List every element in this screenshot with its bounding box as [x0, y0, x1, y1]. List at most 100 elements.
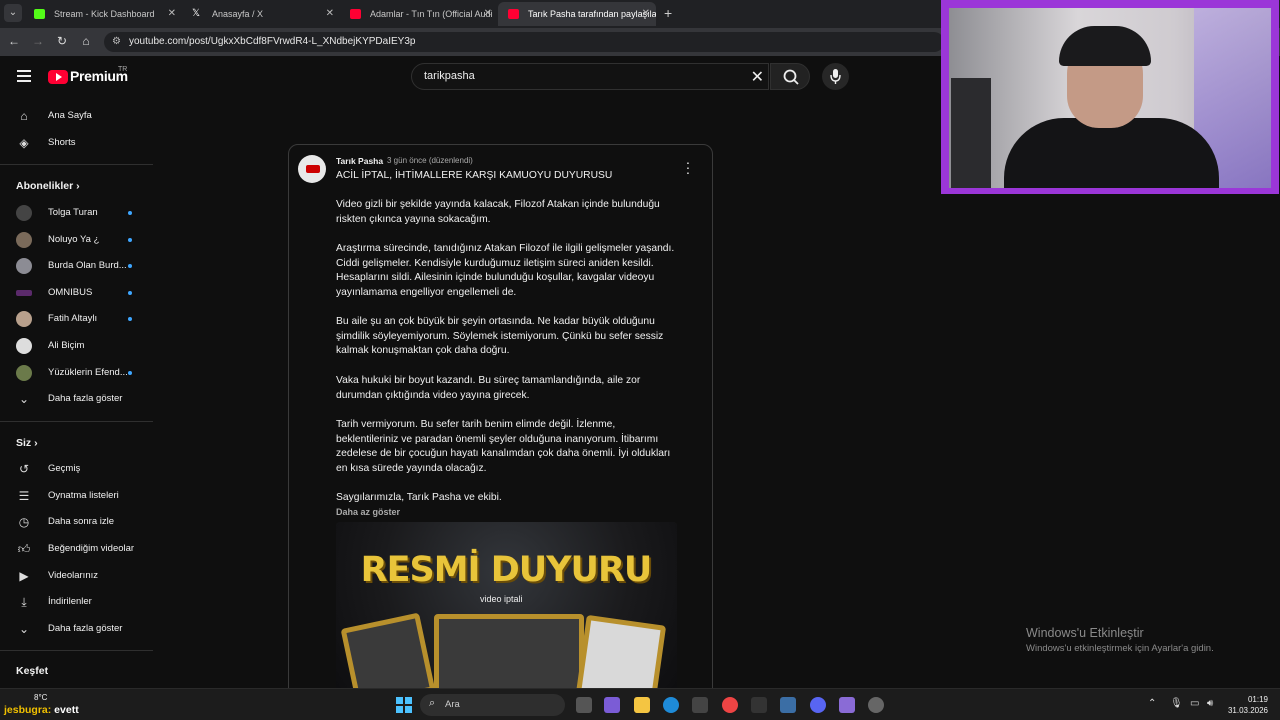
- voice-search-button[interactable]: [822, 63, 849, 90]
- menu-icon[interactable]: [17, 70, 31, 85]
- search-input[interactable]: tarikpasha ✕: [411, 63, 769, 90]
- thumb-up-icon: 👍︎: [17, 542, 31, 556]
- tab-x-home[interactable]: 𝕏 Anasayfa / X ✕: [182, 2, 340, 26]
- weather-widget[interactable]: 8°C: [34, 693, 47, 702]
- divider: [0, 650, 153, 651]
- avatar: [16, 311, 32, 327]
- taskbar: 8°C jesbugra: evett ⌕ Ara ⌃ 🎙︎ ▭ 🔊︎ 01:1…: [0, 688, 1280, 720]
- new-content-dot: [128, 238, 132, 242]
- tab-title: Stream - Kick Dashboard: [54, 9, 155, 19]
- back-icon[interactable]: ←: [6, 34, 22, 48]
- tab-youtube-music[interactable]: Adamlar - Tın Tın (Official Audi ✕: [340, 2, 498, 26]
- sidebar-item-playlists[interactable]: ☰ Oynatma listeleri: [0, 483, 152, 509]
- sidebar-item-label: Shorts: [48, 137, 76, 148]
- tray-chevron-icon[interactable]: ⌃: [1148, 698, 1156, 709]
- post-paragraph: Tarih vermiyorum. Bu sefer tarih benim e…: [336, 419, 671, 475]
- sidebar-item-liked-videos[interactable]: 👍︎ Beğendiğim videolar: [0, 536, 152, 562]
- explore-heading: Keşfet: [16, 665, 49, 677]
- close-tab-icon[interactable]: ✕: [642, 2, 650, 26]
- search-button[interactable]: [770, 63, 810, 90]
- clock-date: 31.03.2026: [1227, 706, 1268, 715]
- tab-search-button[interactable]: ⌄: [4, 4, 22, 22]
- close-tab-icon[interactable]: ✕: [326, 2, 334, 26]
- tab-title: Adamlar - Tın Tın (Official Audi: [370, 9, 493, 19]
- sidebar-item-shorts[interactable]: ◈ Shorts: [0, 130, 152, 156]
- sidebar-item-your-videos[interactable]: ▶ Videolarınız: [0, 563, 152, 589]
- site-info-icon[interactable]: ⚙: [112, 36, 121, 47]
- task-view-icon[interactable]: [576, 697, 592, 713]
- file-explorer-icon[interactable]: [634, 697, 650, 713]
- youtube-icon: [508, 9, 519, 19]
- app-icon[interactable]: [780, 697, 796, 713]
- widgets-icon[interactable]: [604, 697, 620, 713]
- taskbar-search[interactable]: ⌕ Ara: [420, 694, 565, 716]
- sidebar-item-label: Daha fazla göster: [48, 623, 123, 634]
- sidebar-item-label: Videolarınız: [48, 570, 98, 581]
- new-tab-button[interactable]: +: [664, 5, 672, 21]
- avatar: [16, 232, 32, 248]
- volume-icon[interactable]: 🔊︎: [1207, 698, 1213, 709]
- sidebar-sub-tolga-turan[interactable]: Tolga Turan: [0, 200, 152, 226]
- taskbar-clock[interactable]: 01:19 31.03.2026: [1226, 694, 1268, 716]
- display-icon[interactable]: ▭: [1190, 698, 1199, 709]
- sidebar-item-watch-later[interactable]: ◷ Daha sonra izle: [0, 509, 152, 535]
- sidebar-sub-ali-bicim[interactable]: Ali Biçim: [0, 333, 152, 359]
- sidebar-item-label: OMNIBUS: [48, 287, 93, 298]
- sidebar-sub-omnibus[interactable]: OMNIBUS: [0, 280, 152, 306]
- search-query: tarikpasha: [424, 70, 475, 82]
- microphone-tray-icon[interactable]: 🎙︎: [1170, 698, 1183, 709]
- discord-icon[interactable]: [810, 697, 826, 713]
- sidebar-sub-yuzuklerin-efendisi[interactable]: Yüzüklerin Efend...: [0, 360, 152, 386]
- tab-title: Tarık Pasha tarafından paylaşılan: [528, 9, 656, 19]
- sidebar-sub-fatih-altayli[interactable]: Fatih Altaylı: [0, 306, 152, 332]
- sidebar-item-history[interactable]: ↺ Geçmiş: [0, 456, 152, 482]
- youtube-icon: [350, 9, 361, 19]
- address-bar[interactable]: ⚙ youtube.com/post/UgkxXbCdf8FVrwdR4-L_X…: [104, 32, 944, 52]
- divider: [0, 421, 153, 422]
- sidebar-sub-noluyo-ya[interactable]: Noluyo Ya ¿: [0, 227, 152, 253]
- sidebar-item-downloads[interactable]: ⤓ İndirilenler: [0, 589, 152, 615]
- post-time[interactable]: 3 gün önce (düzenlendi): [387, 156, 473, 165]
- sidebar-item-home[interactable]: ⌂ Ana Sayfa: [0, 103, 152, 129]
- you-heading[interactable]: Siz ›: [16, 437, 38, 449]
- app-icon[interactable]: [868, 697, 884, 713]
- sidebar-you-show-more[interactable]: ⌄ Daha fazla göster: [0, 616, 152, 642]
- youtube-logo-icon[interactable]: [48, 70, 68, 84]
- portrait-frame: [434, 614, 584, 688]
- reload-icon[interactable]: ↻: [54, 34, 70, 48]
- edge-icon[interactable]: [663, 697, 679, 713]
- sidebar-item-label: Beğendiğim videolar: [48, 543, 135, 554]
- x-logo-icon: 𝕏: [192, 8, 201, 19]
- webcam-overlay: [941, 0, 1279, 194]
- app-icon[interactable]: [751, 697, 767, 713]
- sidebar-item-label: Geçmiş: [48, 463, 81, 474]
- tab-kick-dashboard[interactable]: Stream - Kick Dashboard ✕: [24, 2, 182, 26]
- sidebar-item-label: Burda Olan Burd...: [48, 260, 127, 271]
- post-author[interactable]: Tarık Pasha: [336, 156, 383, 166]
- home-icon[interactable]: ⌂: [78, 34, 94, 48]
- subscriptions-heading[interactable]: Abonelikler ›: [16, 180, 80, 192]
- close-tab-icon[interactable]: ✕: [168, 2, 176, 26]
- activation-watermark-text: Windows'u etkinleştirmek için Ayarlar'a …: [1026, 643, 1214, 654]
- post-paragraph: Bu aile şu an çok büyük bir şeyin ortası…: [336, 316, 664, 357]
- show-less-link[interactable]: Daha az göster: [336, 507, 400, 517]
- post-image[interactable]: RESMİ DUYURU video iptali: [336, 522, 677, 688]
- store-icon[interactable]: [692, 697, 708, 713]
- clear-search-icon[interactable]: ✕: [751, 67, 764, 87]
- forward-icon[interactable]: →: [30, 34, 46, 48]
- sidebar-sub-burda-olan[interactable]: Burda Olan Burd...: [0, 253, 152, 279]
- chrome-icon[interactable]: [722, 697, 738, 713]
- app-icon[interactable]: [839, 697, 855, 713]
- new-content-dot: [128, 317, 132, 321]
- author-avatar[interactable]: [298, 155, 326, 183]
- chevron-down-icon: ⌄: [18, 622, 30, 636]
- shorts-icon: ◈: [19, 136, 29, 150]
- windows-start-icon[interactable]: [396, 697, 412, 713]
- logo-country-code: TR: [118, 66, 128, 73]
- close-tab-icon[interactable]: ✕: [484, 2, 492, 26]
- sidebar-subs-show-more[interactable]: ⌄ Daha fazla göster: [0, 386, 152, 412]
- tab-youtube-post[interactable]: Tarık Pasha tarafından paylaşılan ✕: [498, 2, 656, 26]
- download-icon: ⤓: [21, 595, 27, 609]
- more-options-icon[interactable]: · · ·: [684, 155, 692, 179]
- post-paragraph: Araştırma sürecinde, tanıdığınız Atakan …: [336, 243, 675, 299]
